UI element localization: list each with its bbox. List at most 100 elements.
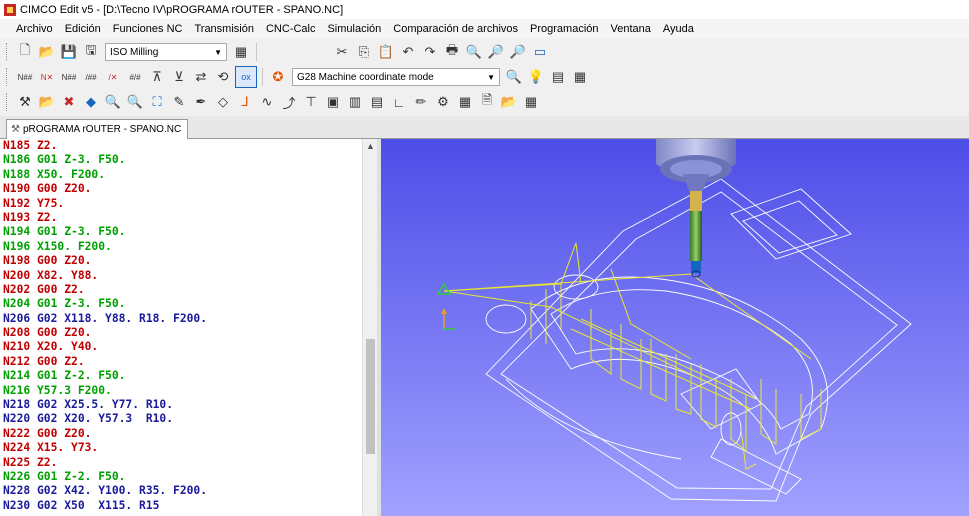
menu-programacion[interactable]: Programación (524, 23, 604, 35)
new-file-icon[interactable]: 🗋 (15, 42, 35, 62)
code-line[interactable]: N202 G00 Z2. (0, 283, 362, 297)
axes-icon[interactable]: ⅃ (235, 92, 255, 112)
mirror-icon[interactable]: ⇄ (191, 67, 211, 87)
save-icon[interactable]: 💾 (59, 42, 79, 62)
undo-icon[interactable]: ↶ (398, 42, 418, 62)
code-line[interactable]: N185 Z2. (0, 139, 362, 153)
renumber-icon[interactable]: N## (15, 67, 35, 87)
menu-archivo[interactable]: Archivo (10, 23, 59, 35)
document-icon[interactable]: 🗎 (477, 92, 497, 112)
tip-icon[interactable]: 💡 (526, 67, 546, 87)
menu-ayuda[interactable]: Ayuda (657, 23, 700, 35)
print-icon[interactable]: 🖶 (442, 42, 462, 62)
code-line[interactable]: N214 G01 Z-2. F50. (0, 369, 362, 383)
find-icon[interactable]: 🔍 (464, 42, 484, 62)
find-previous-icon[interactable]: 🔎 (508, 42, 528, 62)
table-icon[interactable]: ▤ (548, 67, 568, 87)
menu-transmision[interactable]: Transmisión (188, 23, 260, 35)
measure-icon[interactable]: ✎ (169, 92, 189, 112)
scroll-up-icon[interactable]: ▲ (366, 141, 375, 151)
code-line[interactable]: N225 Z2. (0, 456, 362, 470)
step-icon[interactable]: ⊤ (301, 92, 321, 112)
tools-icon[interactable]: ⚙ (433, 92, 453, 112)
code-line[interactable]: N196 X150. F200. (0, 240, 362, 254)
toolbar-grip[interactable] (6, 93, 10, 111)
paste-icon[interactable]: 📋 (376, 42, 396, 62)
code-line[interactable]: N210 X20. Y40. (0, 340, 362, 354)
code-line[interactable]: N190 G00 Z20. (0, 182, 362, 196)
menu-edicion[interactable]: Edición (59, 23, 107, 35)
code-line[interactable]: N200 X82. Y88. (0, 269, 362, 283)
code-line[interactable]: N222 G00 Z20. (0, 427, 362, 441)
copy-icon[interactable]: ⎘ (354, 42, 374, 62)
cut-icon[interactable]: ✂ (332, 42, 352, 62)
machine-select[interactable]: ISO Milling ▼ (105, 43, 227, 61)
toolbar-grip[interactable] (6, 68, 10, 86)
menu-cnc-calc[interactable]: CNC-Calc (260, 23, 322, 35)
code-line[interactable]: N228 G02 X42. Y100. R35. F200. (0, 484, 362, 498)
stock-icon[interactable]: ▥ (345, 92, 365, 112)
code-line[interactable]: N230 G02 X50 X115. R15 (0, 499, 362, 513)
backplot-icon[interactable]: ⤴ (279, 92, 299, 112)
zoom-in-icon[interactable]: 🔍 (103, 92, 123, 112)
window-icon[interactable]: ▭ (530, 42, 550, 62)
search-code-icon[interactable]: 🔍 (504, 67, 524, 87)
code-line[interactable]: N208 G00 Z20. (0, 326, 362, 340)
menu-comparacion[interactable]: Comparación de archivos (387, 23, 524, 35)
settings-icon[interactable]: ▦ (521, 92, 541, 112)
machine-settings-icon[interactable]: ▦ (231, 42, 251, 62)
insert-spaces-icon[interactable]: #/# (125, 67, 145, 87)
close-simulation-icon[interactable]: ✖ (59, 92, 79, 112)
remove-spaces-icon[interactable]: /## (81, 67, 101, 87)
code-line[interactable]: N216 Y57.3 F200. (0, 384, 362, 398)
code-line[interactable]: N192 Y75. (0, 197, 362, 211)
machine-icon[interactable]: ▣ (323, 92, 343, 112)
redo-icon[interactable]: ↷ (420, 42, 440, 62)
code-line[interactable]: N212 G00 Z2. (0, 355, 362, 369)
zoom-window-icon[interactable]: ⛶ (147, 92, 167, 112)
rotate-icon[interactable]: ⟲ (213, 67, 233, 87)
solid-view-icon[interactable]: ◆ (81, 92, 101, 112)
scrollbar-thumb[interactable] (366, 339, 375, 454)
code-line[interactable]: N193 Z2. (0, 211, 362, 225)
toolbar-grip[interactable] (6, 43, 10, 61)
settings-icon[interactable]: ▦ (570, 67, 590, 87)
code-line[interactable]: N218 G02 X25.5. Y77. R10. (0, 398, 362, 412)
axis-x-icon[interactable]: ⊼ (147, 67, 167, 87)
simulation-viewport[interactable] (381, 139, 969, 516)
code-line[interactable]: N194 G01 Z-3. F50. (0, 225, 362, 239)
code-line[interactable]: N204 G01 Z-3. F50. (0, 297, 362, 311)
ox-button[interactable]: ox (235, 66, 257, 88)
tab-document[interactable]: ⚒ pROGRAMA rOUTER - SPANO.NC (6, 119, 189, 139)
pen-icon[interactable]: ✒ (191, 92, 211, 112)
coordinate-icon[interactable]: ∟ (389, 92, 409, 112)
save-all-icon[interactable]: 🖫 (81, 42, 101, 62)
fixture-icon[interactable]: ▤ (367, 92, 387, 112)
remove-numbers-icon[interactable]: N✕ (37, 67, 57, 87)
code-line[interactable]: N198 G00 Z20. (0, 254, 362, 268)
open-folder-icon[interactable]: 📂 (37, 42, 57, 62)
tool-icon[interactable]: ⚒ (15, 92, 35, 112)
axis-z-icon[interactable]: ⊻ (169, 67, 189, 87)
editor-scrollbar[interactable]: ▲ (362, 139, 378, 516)
open-tool-icon[interactable]: 📂 (37, 92, 57, 112)
code-line[interactable]: N224 X15. Y73. (0, 441, 362, 455)
number-block-icon[interactable]: N## (59, 67, 79, 87)
code-line[interactable]: N226 G01 Z-2. F50. (0, 470, 362, 484)
find-next-icon[interactable]: 🔎 (486, 42, 506, 62)
menu-simulacion[interactable]: Simulación (321, 23, 387, 35)
zoom-out-icon[interactable]: 🔍 (125, 92, 145, 112)
code-line[interactable]: N186 G01 Z-3. F50. (0, 153, 362, 167)
diamond-icon[interactable]: ◇ (213, 92, 233, 112)
code-line[interactable]: N220 G02 X20. Y57.3 R10. (0, 412, 362, 426)
remove-comments-icon[interactable]: /✕ (103, 67, 123, 87)
open-project-icon[interactable]: 📂 (499, 92, 519, 112)
code-editor[interactable]: N185 Z2. N186 G01 Z-3. F50. N188 X50. F200… (0, 139, 362, 516)
code-line[interactable]: N206 G02 X118. Y88. R18. F200. (0, 312, 362, 326)
path-icon[interactable]: ∿ (257, 92, 277, 112)
report-icon[interactable]: ▦ (455, 92, 475, 112)
menu-funciones-nc[interactable]: Funciones NC (107, 23, 189, 35)
nc-assistant-icon[interactable]: ✪ (268, 67, 288, 87)
pencil-icon[interactable]: ✏ (411, 92, 431, 112)
menu-ventana[interactable]: Ventana (605, 23, 657, 35)
